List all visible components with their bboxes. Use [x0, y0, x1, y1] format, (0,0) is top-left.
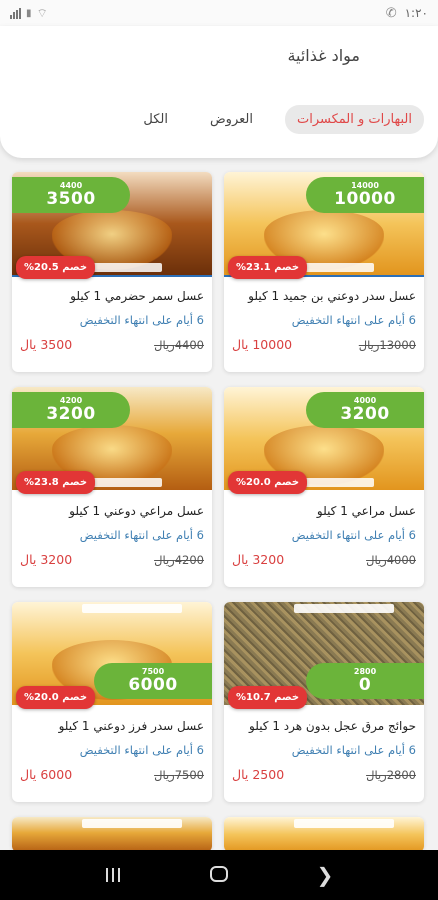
package-label — [294, 604, 394, 613]
discount-remaining: 6 أيام على انتهاء التخفيض — [291, 528, 416, 542]
page-title: مواد غذائية — [287, 46, 360, 65]
banner-new-price: 6000 — [128, 675, 178, 695]
system-nav-bar: ❯ — [0, 850, 438, 900]
discount-remaining: 6 أيام على انتهاء التخفيض — [291, 313, 416, 327]
old-price: 2800ريال — [366, 767, 416, 782]
product-card[interactable]: 4000 3200 خصم 20.0% عسل مراعي 1 كيلو 6 أ… — [224, 387, 424, 587]
price-row: 4400ريال 3500 يال — [20, 337, 204, 352]
new-price: 3500 يال — [20, 337, 73, 352]
discount-badge: خصم 20.0% — [228, 471, 308, 494]
discount-badge: خصم 23.8% — [16, 471, 96, 494]
price-row: 2800ريال 2500 يال — [232, 767, 416, 782]
banner-new-price: 3200 — [340, 404, 390, 424]
price-row: 4200ريال 3200 يال — [20, 552, 204, 567]
status-right: ✆ ١:٢٠ — [386, 6, 428, 21]
new-price: 3200 يال — [232, 552, 285, 567]
header: مواد غذائية الكل العروض البهارات و المكس… — [0, 26, 438, 158]
tab-offers[interactable]: العروض — [200, 106, 263, 133]
discount-badge: خصم 10.7% — [228, 686, 308, 709]
old-price: 7500ريال — [154, 767, 204, 782]
price-banner: 4000 3200 — [306, 392, 424, 428]
back-icon[interactable]: ❯ — [305, 863, 345, 887]
discount-badge: خصم 20.0% — [16, 686, 96, 709]
discount-badge: خصم 23.1% — [228, 256, 308, 279]
product-name[interactable]: عسل سمر حضرمي 1 كيلو — [16, 289, 204, 303]
product-card[interactable]: 4200 3200 خصم 23.8% عسل مراعي دوعني 1 كي… — [12, 387, 212, 587]
new-price: 10000 يال — [232, 337, 293, 352]
status-bar: ▮ ⌔ ✆ ١:٢٠ — [0, 0, 438, 26]
product-name[interactable]: حوائج مرق عجل بدون هرد 1 كيلو — [228, 719, 416, 733]
recents-icon[interactable] — [93, 863, 133, 887]
discount-badge: خصم 20.5% — [16, 256, 96, 279]
banner-new-price: 3200 — [46, 404, 96, 424]
signal-icon-2: ▮ — [26, 7, 32, 19]
banner-new-price: 0 — [358, 675, 372, 695]
discount-remaining: 6 أيام على انتهاء التخفيض — [79, 743, 204, 757]
product-card[interactable]: 14000 10000 خصم 23.1% عسل سدر دوعني بن ج… — [224, 172, 424, 372]
product-image — [12, 817, 212, 852]
product-name[interactable]: عسل مراعي 1 كيلو — [228, 504, 416, 518]
status-time: ١:٢٠ — [404, 6, 428, 20]
price-row: 7500ريال 6000 يال — [20, 767, 204, 782]
product-card[interactable]: 2800 0 خصم 10.7% حوائج مرق عجل بدون هرد … — [224, 602, 424, 802]
new-price: 3200 يال — [20, 552, 73, 567]
tab-spices-nuts[interactable]: البهارات و المكسرات — [284, 105, 424, 134]
price-banner: 4400 3500 — [12, 177, 130, 213]
product-card-partial[interactable] — [224, 817, 424, 852]
price-banner: 4200 3200 — [12, 392, 130, 428]
discount-remaining: 6 أيام على انتهاء التخفيض — [79, 528, 204, 542]
product-image — [224, 817, 424, 852]
price-row: 4000ريال 3200 يال — [232, 552, 416, 567]
price-banner: 7500 6000 — [94, 663, 212, 699]
banner-new-price: 10000 — [334, 189, 396, 209]
old-price: 4200ريال — [154, 552, 204, 567]
product-name[interactable]: عسل مراعي دوعني 1 كيلو — [16, 504, 204, 518]
old-price: 4000ريال — [366, 552, 416, 567]
package-label — [82, 604, 182, 613]
price-banner: 14000 10000 — [306, 177, 424, 213]
banner-new-price: 3500 — [46, 189, 96, 209]
new-price: 6000 يال — [20, 767, 73, 782]
package-label — [294, 819, 394, 828]
old-price: 13000ريال — [358, 337, 416, 352]
wifi-icon: ⌔ — [36, 5, 48, 20]
status-icons: ▮ ⌔ — [10, 6, 48, 21]
product-card[interactable]: 4400 3500 خصم 20.5% عسل سمر حضرمي 1 كيلو… — [12, 172, 212, 372]
product-card[interactable]: 7500 6000 خصم 20.0% عسل سدر فرز دوعني 1 … — [12, 602, 212, 802]
tab-all[interactable]: الكل — [133, 106, 178, 133]
home-icon[interactable] — [199, 863, 239, 887]
package-label — [82, 819, 182, 828]
category-tabs: الكل العروض البهارات و المكسرات — [133, 105, 424, 134]
new-price: 2500 يال — [232, 767, 285, 782]
product-card-partial[interactable] — [12, 817, 212, 852]
whatsapp-icon: ✆ — [385, 5, 397, 21]
price-banner: 2800 0 — [306, 663, 424, 699]
discount-remaining: 6 أيام على انتهاء التخفيض — [79, 313, 204, 327]
discount-remaining: 6 أيام على انتهاء التخفيض — [291, 743, 416, 757]
signal-icon — [10, 7, 21, 19]
product-name[interactable]: عسل سدر فرز دوعني 1 كيلو — [16, 719, 204, 733]
price-row: 13000ريال 10000 يال — [232, 337, 416, 352]
product-name[interactable]: عسل سدر دوعني بن جميد 1 كيلو — [228, 289, 416, 303]
old-price: 4400ريال — [154, 337, 204, 352]
